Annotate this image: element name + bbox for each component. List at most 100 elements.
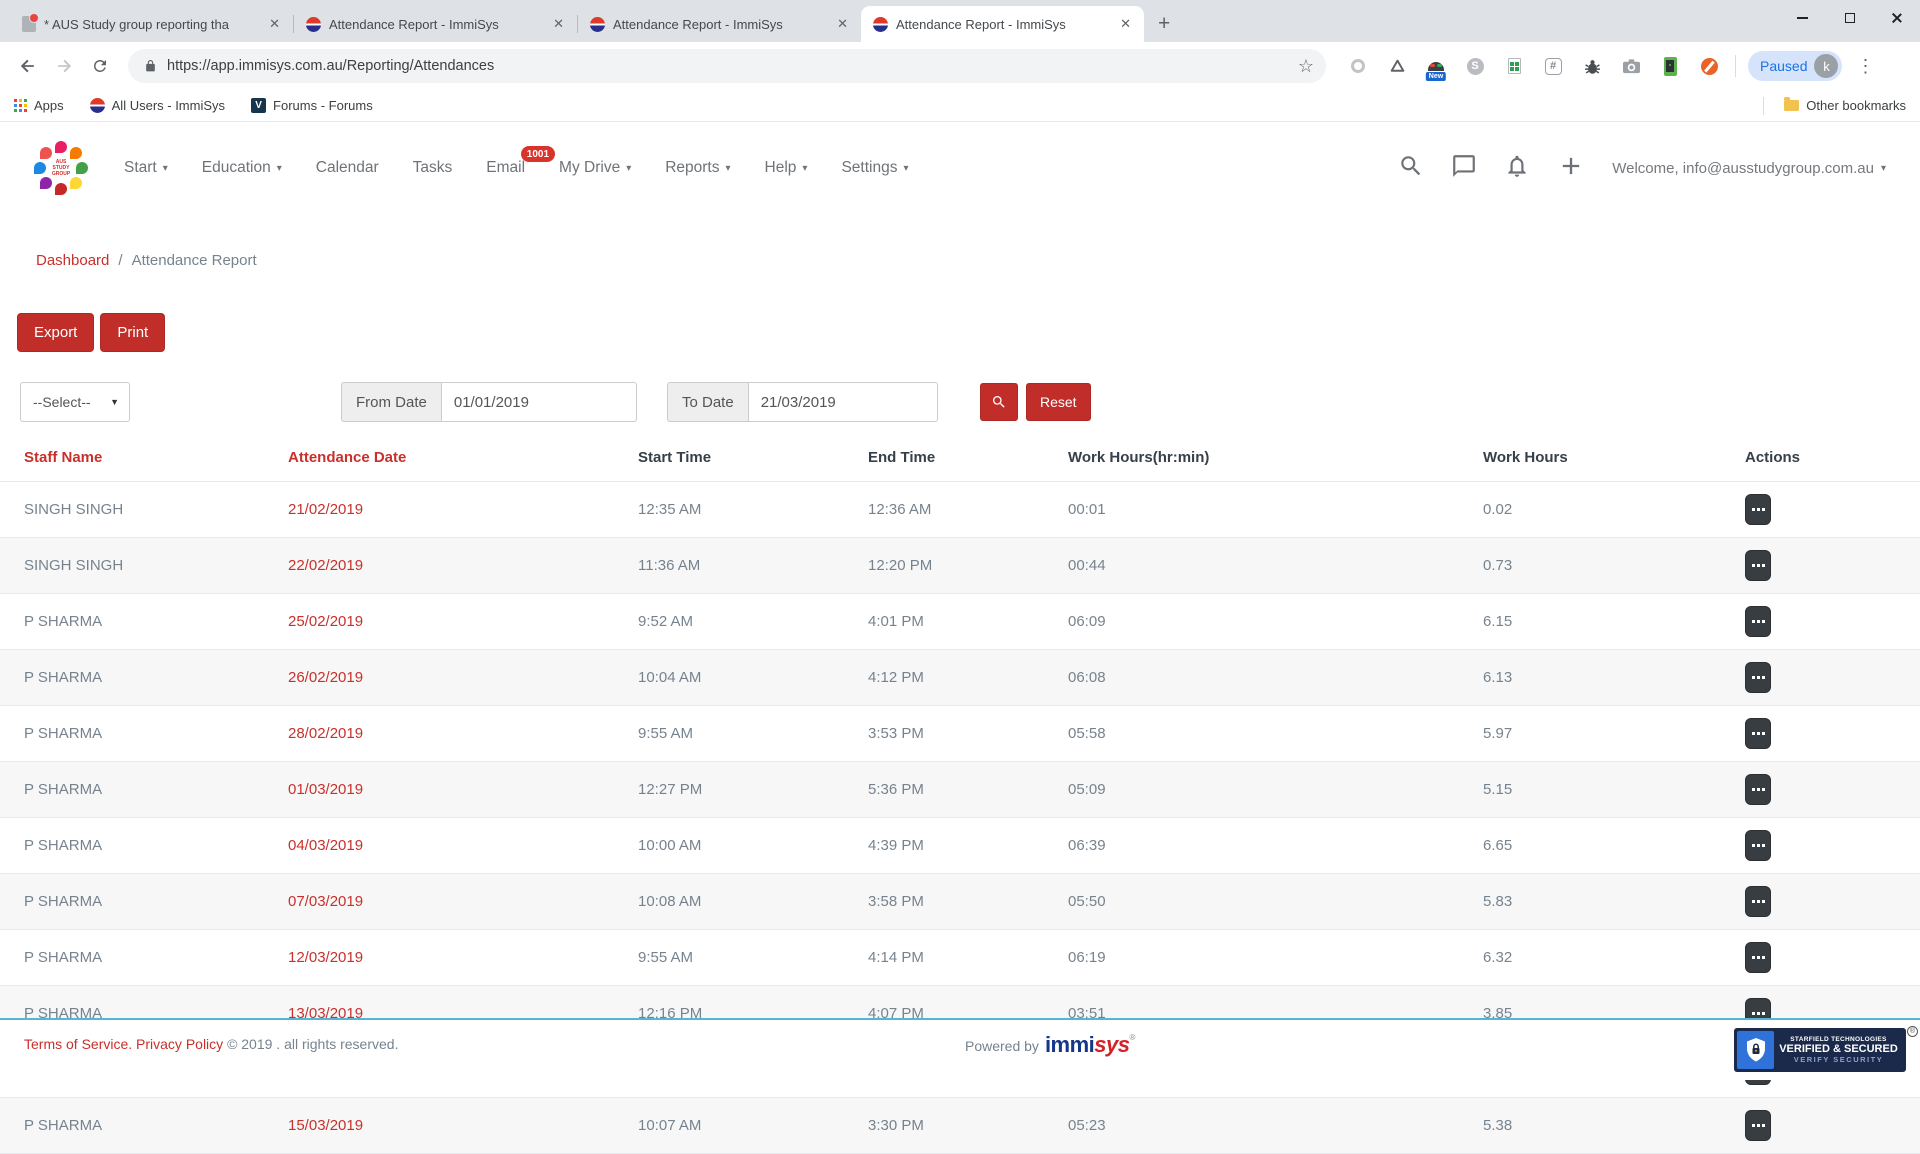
browser-tab-4-active[interactable]: Attendance Report - ImmiSys ✕	[861, 6, 1144, 42]
extension-circle-icon[interactable]	[1348, 55, 1368, 77]
forward-arrow-icon	[54, 56, 74, 76]
app-add-button[interactable]	[1557, 152, 1585, 185]
menu-my-drive[interactable]: My Drive▾	[559, 159, 631, 177]
app-search-button[interactable]	[1398, 153, 1424, 184]
new-tab-button[interactable]: +	[1158, 13, 1170, 34]
row-actions-button[interactable]	[1745, 662, 1771, 693]
extension-skype-icon[interactable]: S	[1465, 55, 1485, 77]
menu-start[interactable]: Start▾	[124, 159, 168, 177]
attendance-date-link[interactable]: 28/02/2019	[280, 706, 630, 762]
attendance-date-link[interactable]: 22/02/2019	[280, 538, 630, 594]
extension-pencil-icon[interactable]	[1699, 55, 1719, 77]
bookmark-all-users[interactable]: All Users - ImmiSys	[90, 98, 225, 113]
extension-recycle-icon[interactable]	[1387, 55, 1407, 77]
url-text[interactable]: https://app.immisys.com.au/Reporting/Att…	[167, 58, 1298, 74]
attendance-date-link[interactable]: 01/03/2019	[280, 762, 630, 818]
tab-close-icon[interactable]: ✕	[834, 16, 851, 32]
attendance-date-link[interactable]: 26/02/2019	[280, 650, 630, 706]
row-actions-button[interactable]	[1745, 886, 1771, 917]
attendance-date-link[interactable]: 25/02/2019	[280, 594, 630, 650]
bookmark-star-icon[interactable]: ☆	[1298, 56, 1314, 77]
row-actions-button[interactable]	[1745, 718, 1771, 749]
menu-help[interactable]: Help▾	[765, 159, 808, 177]
attendance-date-link[interactable]: 21/02/2019	[280, 482, 630, 538]
menu-settings[interactable]: Settings▾	[841, 159, 908, 177]
to-date-input[interactable]	[748, 382, 938, 422]
immisys-logo[interactable]: immisys®	[1045, 1034, 1135, 1056]
browser-tab-3[interactable]: Attendance Report - ImmiSys ✕	[578, 6, 861, 42]
header-work-hours-hrmin: Work Hours(hr:min)	[1060, 434, 1475, 482]
print-button[interactable]: Print	[100, 313, 165, 352]
staff-select-dropdown[interactable]: --Select-- ▼	[20, 382, 130, 422]
extension-bug-icon[interactable]	[1582, 55, 1602, 77]
tab-close-icon[interactable]: ✕	[550, 16, 567, 32]
back-button[interactable]	[14, 52, 42, 80]
row-actions-button[interactable]	[1745, 830, 1771, 861]
extension-mobile-icon[interactable]	[1660, 55, 1680, 77]
profile-avatar[interactable]: k	[1814, 54, 1838, 78]
account-menu[interactable]: Welcome, info@ausstudygroup.com.au ▾	[1612, 160, 1886, 177]
row-actions-button[interactable]	[1745, 1110, 1771, 1141]
privacy-policy-link[interactable]: Privacy Policy	[136, 1036, 223, 1052]
extension-grid-icon[interactable]: #	[1543, 55, 1563, 77]
seal-registered-mark: ®	[1907, 1026, 1918, 1037]
row-actions-button[interactable]	[1745, 494, 1771, 525]
bookmark-apps[interactable]: Apps	[14, 98, 64, 113]
bookmark-forums[interactable]: V Forums - Forums	[251, 98, 373, 113]
window-maximize-button[interactable]	[1826, 0, 1873, 36]
attendance-date-link[interactable]: 04/03/2019	[280, 818, 630, 874]
attendance-date-link[interactable]: 15/03/2019	[280, 1098, 630, 1154]
browser-menu-button[interactable]: ⋮	[1856, 56, 1874, 77]
work-hours-hrmin-cell: 05:09	[1060, 762, 1475, 818]
menu-reports[interactable]: Reports▾	[665, 159, 730, 177]
starfield-security-seal[interactable]: STARFIELD TECHNOLOGIES VERIFIED & SECURE…	[1734, 1028, 1906, 1072]
end-time-cell: 4:39 PM	[860, 818, 1060, 874]
extension-spreadsheet-icon[interactable]	[1504, 55, 1524, 77]
sync-paused-chip[interactable]: Paused k	[1748, 51, 1842, 81]
window-close-button[interactable]	[1873, 0, 1920, 36]
other-bookmarks-button[interactable]: Other bookmarks	[1784, 98, 1906, 113]
browser-tab-1[interactable]: * AUS Study group reporting tha ✕	[10, 6, 293, 42]
main-menu: Start▾ Education▾ Calendar Tasks Email10…	[124, 159, 909, 177]
aus-study-group-logo[interactable]: AUS STUDY GROUP	[34, 141, 88, 195]
end-time-cell: 4:01 PM	[860, 594, 1060, 650]
tab-close-icon[interactable]: ✕	[266, 16, 283, 32]
bookmark-label: Forums - Forums	[273, 98, 373, 113]
app-messages-button[interactable]	[1451, 153, 1477, 184]
paused-label: Paused	[1760, 58, 1807, 74]
reload-button[interactable]	[86, 52, 114, 80]
header-attendance-date[interactable]: Attendance Date	[280, 434, 630, 482]
menu-email[interactable]: Email1001	[486, 159, 525, 177]
tab-close-icon[interactable]: ✕	[1117, 16, 1134, 32]
attendance-date-link[interactable]: 07/03/2019	[280, 874, 630, 930]
select-caret-icon: ▼	[110, 397, 119, 407]
address-bar[interactable]: https://app.immisys.com.au/Reporting/Att…	[128, 49, 1326, 83]
work-hours-cell: 5.83	[1475, 874, 1725, 930]
reset-button[interactable]: Reset	[1026, 383, 1091, 421]
row-actions-button[interactable]	[1745, 550, 1771, 581]
forward-button[interactable]	[50, 52, 78, 80]
header-staff-name[interactable]: Staff Name	[0, 434, 280, 482]
menu-education[interactable]: Education▾	[202, 159, 282, 177]
row-actions-button[interactable]	[1745, 942, 1771, 973]
search-button[interactable]	[980, 383, 1018, 421]
app-notifications-button[interactable]	[1504, 153, 1530, 184]
terms-of-service-link[interactable]: Terms of Service.	[24, 1036, 132, 1052]
row-actions-button[interactable]	[1745, 774, 1771, 805]
extension-speedtest-icon[interactable]: New	[1426, 55, 1446, 77]
attendance-date-link[interactable]: 12/03/2019	[280, 930, 630, 986]
lock-icon	[144, 58, 157, 74]
start-time-cell: 10:04 AM	[630, 650, 860, 706]
breadcrumb-dashboard-link[interactable]: Dashboard	[36, 252, 109, 269]
breadcrumb-separator: /	[118, 252, 122, 269]
powered-by: Powered by immisys®	[965, 1034, 1135, 1056]
export-button[interactable]: Export	[17, 313, 94, 352]
window-minimize-button[interactable]	[1779, 0, 1826, 36]
from-date-input[interactable]	[441, 382, 637, 422]
menu-calendar[interactable]: Calendar	[316, 159, 379, 177]
staff-name-cell: SINGH SINGH	[0, 538, 280, 594]
browser-tab-2[interactable]: Attendance Report - ImmiSys ✕	[294, 6, 577, 42]
menu-tasks[interactable]: Tasks	[413, 159, 453, 177]
extension-camera-icon[interactable]	[1621, 55, 1641, 77]
row-actions-button[interactable]	[1745, 606, 1771, 637]
